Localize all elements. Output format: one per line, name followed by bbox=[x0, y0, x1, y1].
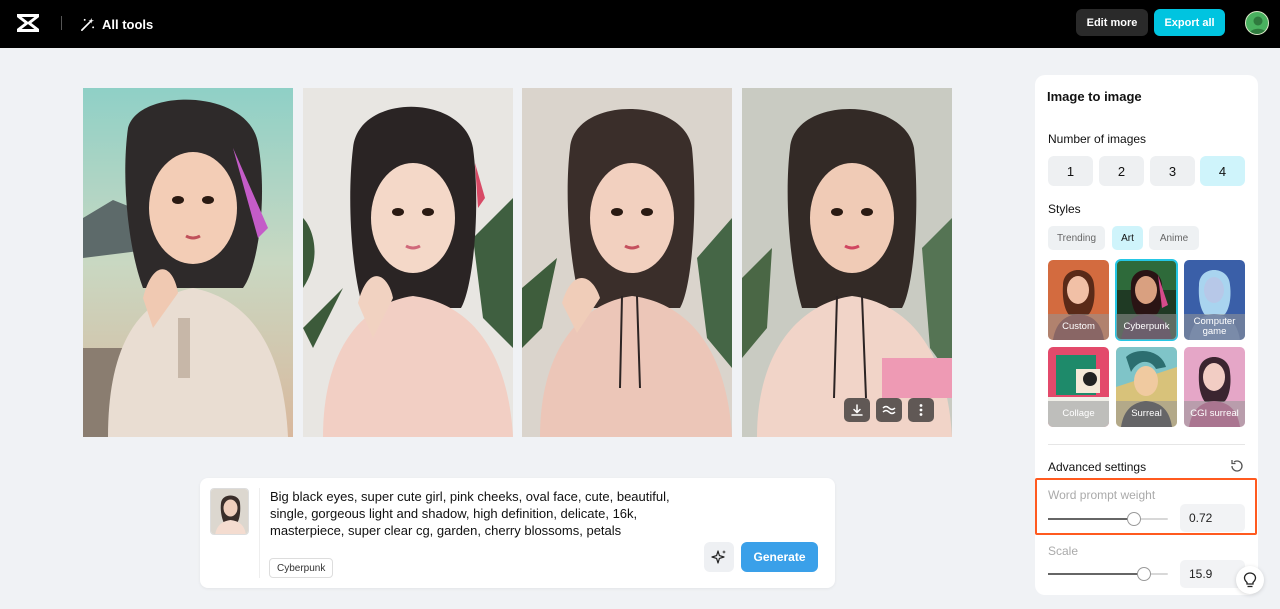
generated-image-3[interactable] bbox=[522, 88, 732, 437]
panel-title: Image to image bbox=[1047, 89, 1142, 104]
all-tools-button[interactable]: All tools bbox=[80, 14, 153, 34]
style-card-label: Collage bbox=[1048, 401, 1109, 427]
all-tools-label: All tools bbox=[102, 16, 154, 32]
number-option-2[interactable]: 2 bbox=[1099, 156, 1144, 186]
style-card-label: Computer game bbox=[1184, 314, 1245, 340]
prompt-textarea[interactable]: Big black eyes, super cute girl, pink ch… bbox=[270, 488, 710, 539]
settings-panel: Image to image Number of images 1 2 3 4 … bbox=[1035, 75, 1258, 595]
download-icon[interactable] bbox=[844, 398, 870, 422]
top-bar: All tools Edit more Export all bbox=[0, 0, 1280, 48]
generated-image-4[interactable] bbox=[742, 88, 952, 437]
image-actions-toolbar bbox=[844, 398, 934, 422]
slider-fill bbox=[1048, 518, 1135, 520]
style-card-computer-game[interactable]: Computer game bbox=[1184, 260, 1245, 340]
style-card-custom[interactable]: Custom bbox=[1048, 260, 1109, 340]
slider-thumb[interactable] bbox=[1137, 567, 1151, 581]
prompt-divider bbox=[259, 488, 260, 578]
topbar-divider bbox=[61, 16, 62, 30]
style-card-label: CGI surreal bbox=[1184, 401, 1245, 427]
capcut-logo-icon[interactable] bbox=[16, 12, 40, 34]
generate-button[interactable]: Generate bbox=[741, 542, 818, 572]
magic-wand-icon bbox=[81, 17, 95, 31]
edit-more-button[interactable]: Edit more bbox=[1076, 9, 1148, 36]
style-card-cgi-surreal[interactable]: CGI surreal bbox=[1184, 347, 1245, 427]
tab-trending[interactable]: Trending bbox=[1048, 226, 1105, 250]
panel-divider bbox=[1048, 444, 1245, 445]
generated-image-2[interactable] bbox=[303, 88, 513, 437]
number-option-4[interactable]: 4 bbox=[1200, 156, 1245, 186]
number-of-images-label: Number of images bbox=[1048, 132, 1147, 146]
tab-art[interactable]: Art bbox=[1112, 226, 1143, 250]
prompt-box: Big black eyes, super cute girl, pink ch… bbox=[200, 478, 835, 588]
export-all-button[interactable]: Export all bbox=[1154, 9, 1225, 36]
style-card-label: Surreal bbox=[1116, 401, 1177, 427]
scale-slider[interactable] bbox=[1048, 567, 1168, 581]
advanced-settings-label: Advanced settings bbox=[1048, 460, 1147, 474]
word-prompt-weight-label: Word prompt weight bbox=[1048, 488, 1156, 502]
number-option-1[interactable]: 1 bbox=[1048, 156, 1093, 186]
style-card-label: Cyberpunk bbox=[1116, 314, 1177, 340]
scale-label: Scale bbox=[1048, 544, 1079, 558]
reference-image-thumbnail[interactable] bbox=[210, 488, 249, 535]
word-prompt-weight-value[interactable]: 0.72 bbox=[1180, 504, 1245, 532]
number-option-3[interactable]: 3 bbox=[1150, 156, 1195, 186]
styles-label: Styles bbox=[1048, 202, 1081, 216]
more-vertical-icon[interactable] bbox=[908, 398, 934, 422]
style-card-cyberpunk[interactable]: Cyberpunk bbox=[1115, 259, 1178, 341]
style-tag: Cyberpunk bbox=[269, 558, 334, 578]
lightbulb-icon[interactable] bbox=[1236, 566, 1264, 594]
word-prompt-weight-slider[interactable] bbox=[1048, 512, 1168, 526]
style-card-collage[interactable]: Collage bbox=[1048, 347, 1109, 427]
sparkle-icon[interactable] bbox=[704, 542, 734, 572]
style-card-label: Custom bbox=[1048, 314, 1109, 340]
scale-value[interactable]: 15.9 bbox=[1180, 560, 1245, 588]
variation-icon[interactable] bbox=[876, 398, 902, 422]
slider-fill bbox=[1048, 573, 1144, 575]
user-avatar[interactable] bbox=[1245, 11, 1269, 35]
style-card-surreal[interactable]: Surreal bbox=[1116, 347, 1177, 427]
generated-image-1[interactable] bbox=[83, 88, 293, 437]
reset-icon[interactable] bbox=[1229, 458, 1245, 474]
tab-anime[interactable]: Anime bbox=[1149, 226, 1199, 250]
slider-thumb[interactable] bbox=[1127, 512, 1142, 526]
